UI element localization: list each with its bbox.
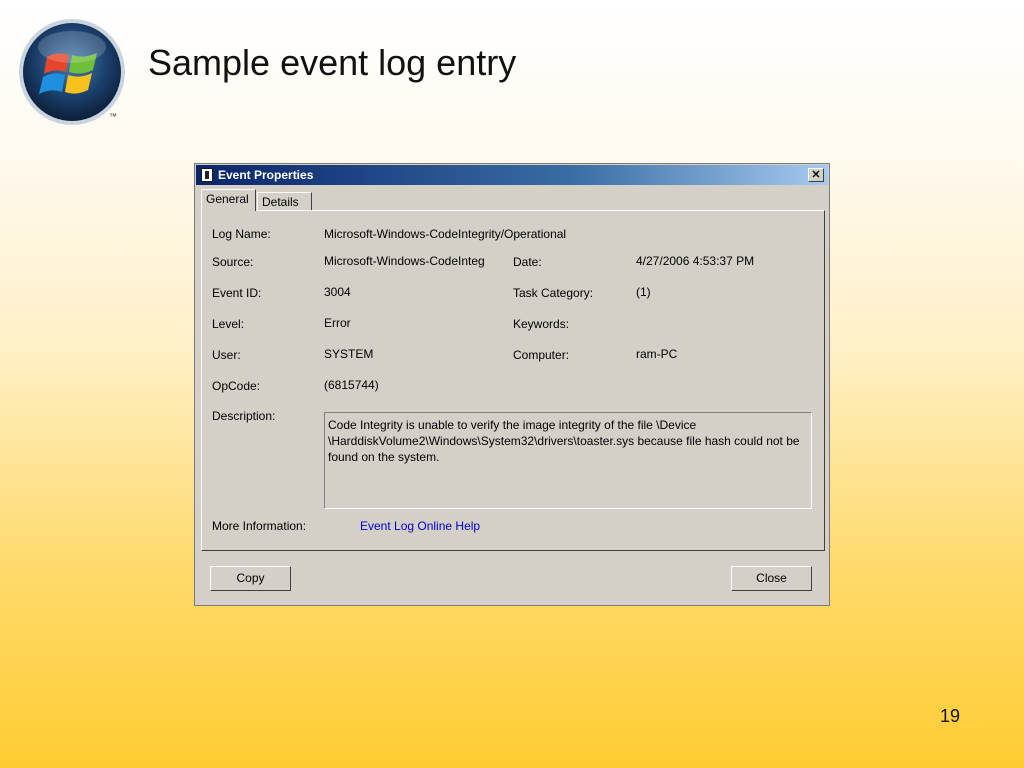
date-label: Date: [513,255,542,269]
dialog-title: Event Properties [218,168,314,182]
description-textbox[interactable]: Code Integrity is unable to verify the i… [324,412,812,509]
event-log-online-help-link[interactable]: Event Log Online Help [360,519,480,533]
log-name-label: Log Name: [212,227,271,241]
opcode-value: (6815744) [324,378,379,392]
level-label: Level: [212,317,245,331]
date-value: 4/27/2006 4:53:37 PM [636,254,755,268]
keywords-label: Keywords: [513,317,570,331]
opcode-label: OpCode: [212,379,261,393]
source-value: Microsoft-Windows-CodeInteg [324,254,485,268]
tab-details[interactable]: Details [257,192,312,211]
log-name-value: Microsoft-Windows-CodeIntegrity/Operatio… [324,227,567,241]
user-label: User: [212,348,241,362]
close-icon[interactable]: ✕ [808,168,824,182]
windows-logo-icon: ™ [19,19,125,125]
description-label: Description: [212,409,276,423]
slide-number: 19 [940,706,961,726]
task-category-label: Task Category: [513,286,594,300]
description-text: Code Integrity is unable to verify the i… [328,418,800,464]
task-category-value: (1) [636,285,651,299]
event-viewer-icon [201,168,213,182]
more-information-label: More Information: [212,519,307,533]
general-tab-panel: Log Name: Microsoft-Windows-CodeIntegrit… [201,210,825,551]
event-properties-dialog: Event Properties ✕ General Details Log N… [194,163,830,606]
user-value: SYSTEM [324,347,374,361]
source-label: Source: [212,255,254,269]
event-id-value: 3004 [324,285,351,299]
computer-label: Computer: [513,348,570,362]
dialog-titlebar[interactable]: Event Properties ✕ [196,165,828,185]
event-id-label: Event ID: [212,286,262,300]
trademark-text: ™ [109,112,117,121]
level-value: Error [324,316,351,330]
close-button[interactable]: Close [731,566,812,591]
slide-title: Sample event log entry [148,42,517,83]
copy-button[interactable]: Copy [210,566,291,591]
tab-general[interactable]: General [201,189,256,211]
computer-value: ram-PC [636,347,678,361]
